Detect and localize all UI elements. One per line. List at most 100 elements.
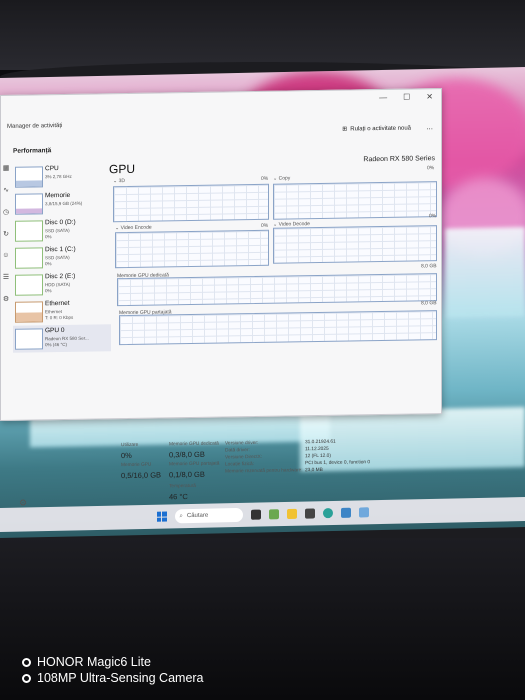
graph-3d: [113, 183, 269, 223]
graph-copy: [273, 181, 437, 220]
detail-label: Versiune DirectX:: [225, 454, 263, 461]
temperature-label: Temperatură: [169, 483, 196, 490]
detail-label: Locație fizică:: [225, 462, 255, 468]
widgets-icon[interactable]: [268, 509, 279, 520]
detail-value: 31.0.21924.61: [305, 439, 336, 446]
taskbar-search[interactable]: ⌕ Căutare: [174, 507, 243, 524]
run-task-icon: ⊞: [342, 126, 348, 133]
sidebar-item-cpu[interactable]: CPU 3% 2,78 GHz: [13, 162, 111, 191]
sidebar-item-disc-0[interactable]: Disc 0 (D:) SSD (SATA) 0%: [13, 216, 111, 245]
sidebar-item-sub: HDD (SATA) 0%: [45, 281, 71, 293]
sidebar-item-sub: 3,8/15,9 GB (24%): [45, 200, 83, 207]
performance-icon[interactable]: ∿: [3, 186, 9, 194]
disc-0-thumbnail: [15, 220, 43, 242]
watermark-line-1: HONOR Magic6 Lite: [37, 655, 151, 669]
sidebar-item-disc-2[interactable]: Disc 2 (E:) HDD (SATA) 0%: [13, 270, 111, 299]
shared-memory-max: 8,0 GB: [421, 300, 437, 307]
close-button[interactable]: ✕: [426, 92, 433, 101]
sidebar-item-memory[interactable]: Memorie 3,8/15,9 GB (24%): [13, 189, 111, 218]
run-task-button[interactable]: ⊞ Rulați o activitate nouă: [342, 125, 411, 133]
performance-sidebar: CPU 3% 2,78 GHz Memorie 3,8/15,9 GB (24%…: [13, 162, 111, 353]
app-history-icon[interactable]: ◷: [3, 208, 9, 216]
settings-gear-icon[interactable]: ⚙: [19, 498, 27, 509]
detail-value: 12 (FL 12.0): [305, 453, 331, 460]
search-icon: ⌕: [179, 512, 183, 519]
start-button[interactable]: [156, 511, 167, 522]
task-manager-window: — ☐ ✕ Manager de activități ⊞ Rulați o a…: [0, 88, 442, 508]
sidebar-item-label: Disc 1 (C:): [45, 245, 76, 254]
detail-label: Versiune driver:: [225, 440, 259, 447]
file-explorer-icon[interactable]: [286, 508, 297, 519]
users-icon[interactable]: ☺: [2, 252, 9, 259]
details-icon[interactable]: ☰: [3, 273, 9, 281]
graph-video-decode: [273, 225, 437, 264]
watermark-line-2: 108MP Ultra-Sensing Camera: [37, 671, 204, 685]
detail-label: Dată driver:: [225, 448, 250, 454]
sidebar-item-disc-1[interactable]: Disc 1 (C:) SSD (SATA) 0%: [13, 243, 111, 272]
gpu-model-name: Radeon RX 580 Series: [363, 155, 435, 164]
sidebar-item-label: GPU 0: [45, 326, 65, 335]
memory-thumbnail: [15, 193, 43, 215]
processes-icon[interactable]: ▦: [3, 164, 10, 172]
sidebar-item-sub: Ethernet T: 0 R: 0 Kbps: [45, 309, 74, 320]
gpu-heading: GPU: [109, 161, 136, 177]
engine-label-video-encode[interactable]: ⌄ Video Encode: [115, 225, 152, 232]
gpu-memory-value: 0,5/16,0 GB: [121, 470, 162, 481]
window-title: Manager de activități: [7, 123, 63, 130]
maximize-button[interactable]: ☐: [403, 93, 410, 102]
search-placeholder: Căutare: [186, 512, 209, 520]
run-task-label: Rulați o activitate nouă: [350, 125, 411, 132]
services-icon[interactable]: ⚙: [3, 295, 9, 303]
engine-label-3d[interactable]: ⌄ 3D: [113, 178, 125, 184]
taskbar: ⌕ Căutare: [0, 497, 525, 532]
terminal-icon[interactable]: [304, 508, 315, 519]
store-icon[interactable]: [340, 507, 351, 518]
window-controls: — ☐ ✕: [379, 92, 433, 102]
graph-shared-memory: [119, 310, 437, 346]
sidebar-item-ethernet[interactable]: Ethernet Ethernet T: 0 R: 0 Kbps: [13, 297, 111, 326]
ethernet-thumbnail: [15, 301, 43, 323]
detail-value: 23,0 MB: [305, 467, 323, 474]
startup-apps-icon[interactable]: ↻: [3, 230, 9, 238]
graph-dedicated-memory: [117, 273, 437, 307]
sidebar-item-sub: 3% 2,78 GHz: [45, 173, 72, 180]
graph-video-encode: [115, 229, 269, 269]
shared-memory-label: Memorie GPU partajată: [169, 461, 220, 468]
engine-pct-3d: 0%: [261, 175, 269, 182]
engine-pct-video-encode: 0%: [261, 222, 269, 229]
engine-pct-video-decode: 0%: [429, 213, 437, 220]
gpu-thumbnail: [15, 328, 43, 350]
temperature-value: 46 °C: [169, 492, 188, 502]
honor-logo-icon: [22, 657, 31, 667]
task-view-icon[interactable]: [250, 509, 261, 520]
utilization-label: Utilizare: [121, 442, 139, 449]
engine-pct-copy: 0%: [427, 165, 435, 172]
camera-logo-icon: [22, 673, 31, 683]
sidebar-item-gpu-0[interactable]: GPU 0 Radeon RX 580 Ser... 0% (46 °C): [13, 324, 111, 353]
dedicated-memory-max: 8,0 GB: [421, 263, 437, 270]
edge-icon[interactable]: [322, 508, 333, 519]
disc-2-thumbnail: [15, 274, 43, 296]
utilization-value: 0%: [121, 450, 132, 461]
minimize-button[interactable]: —: [379, 93, 387, 102]
task-manager-icon[interactable]: [358, 507, 369, 518]
page-title: Performanță: [13, 147, 52, 155]
disc-1-thumbnail: [15, 247, 43, 269]
sidebar-item-label: Disc 0 (D:): [45, 218, 76, 227]
photo-scene: ⌕ Căutare — ☐ ✕ Manager de activități ⊞ …: [0, 0, 525, 700]
room-background: [0, 0, 525, 70]
detail-value: PCI bus 1, device 0, function 0: [305, 460, 371, 467]
dedicated-memory-label: Memorie GPU dedicată: [169, 441, 219, 448]
nav-rail: ▦ ∿ ◷ ↻ ☺ ☰ ⚙: [1, 164, 11, 414]
sidebar-item-label: Memorie: [45, 191, 71, 200]
sidebar-item-sub: SSD (SATA) 0%: [45, 254, 70, 266]
cpu-thumbnail: [15, 166, 43, 188]
shared-memory-value: 0,1/8,0 GB: [169, 469, 205, 480]
detail-value: 11.12.2025: [305, 446, 329, 453]
sidebar-item-label: CPU: [45, 165, 59, 173]
more-options-button[interactable]: ...: [426, 122, 433, 131]
dedicated-memory-value: 0,3/8,0 GB: [169, 449, 205, 460]
sidebar-item-sub: SSD (SATA) 0%: [45, 227, 70, 239]
engine-label-copy[interactable]: ⌄ Copy: [273, 175, 290, 181]
sidebar-item-label: Ethernet: [45, 299, 70, 308]
